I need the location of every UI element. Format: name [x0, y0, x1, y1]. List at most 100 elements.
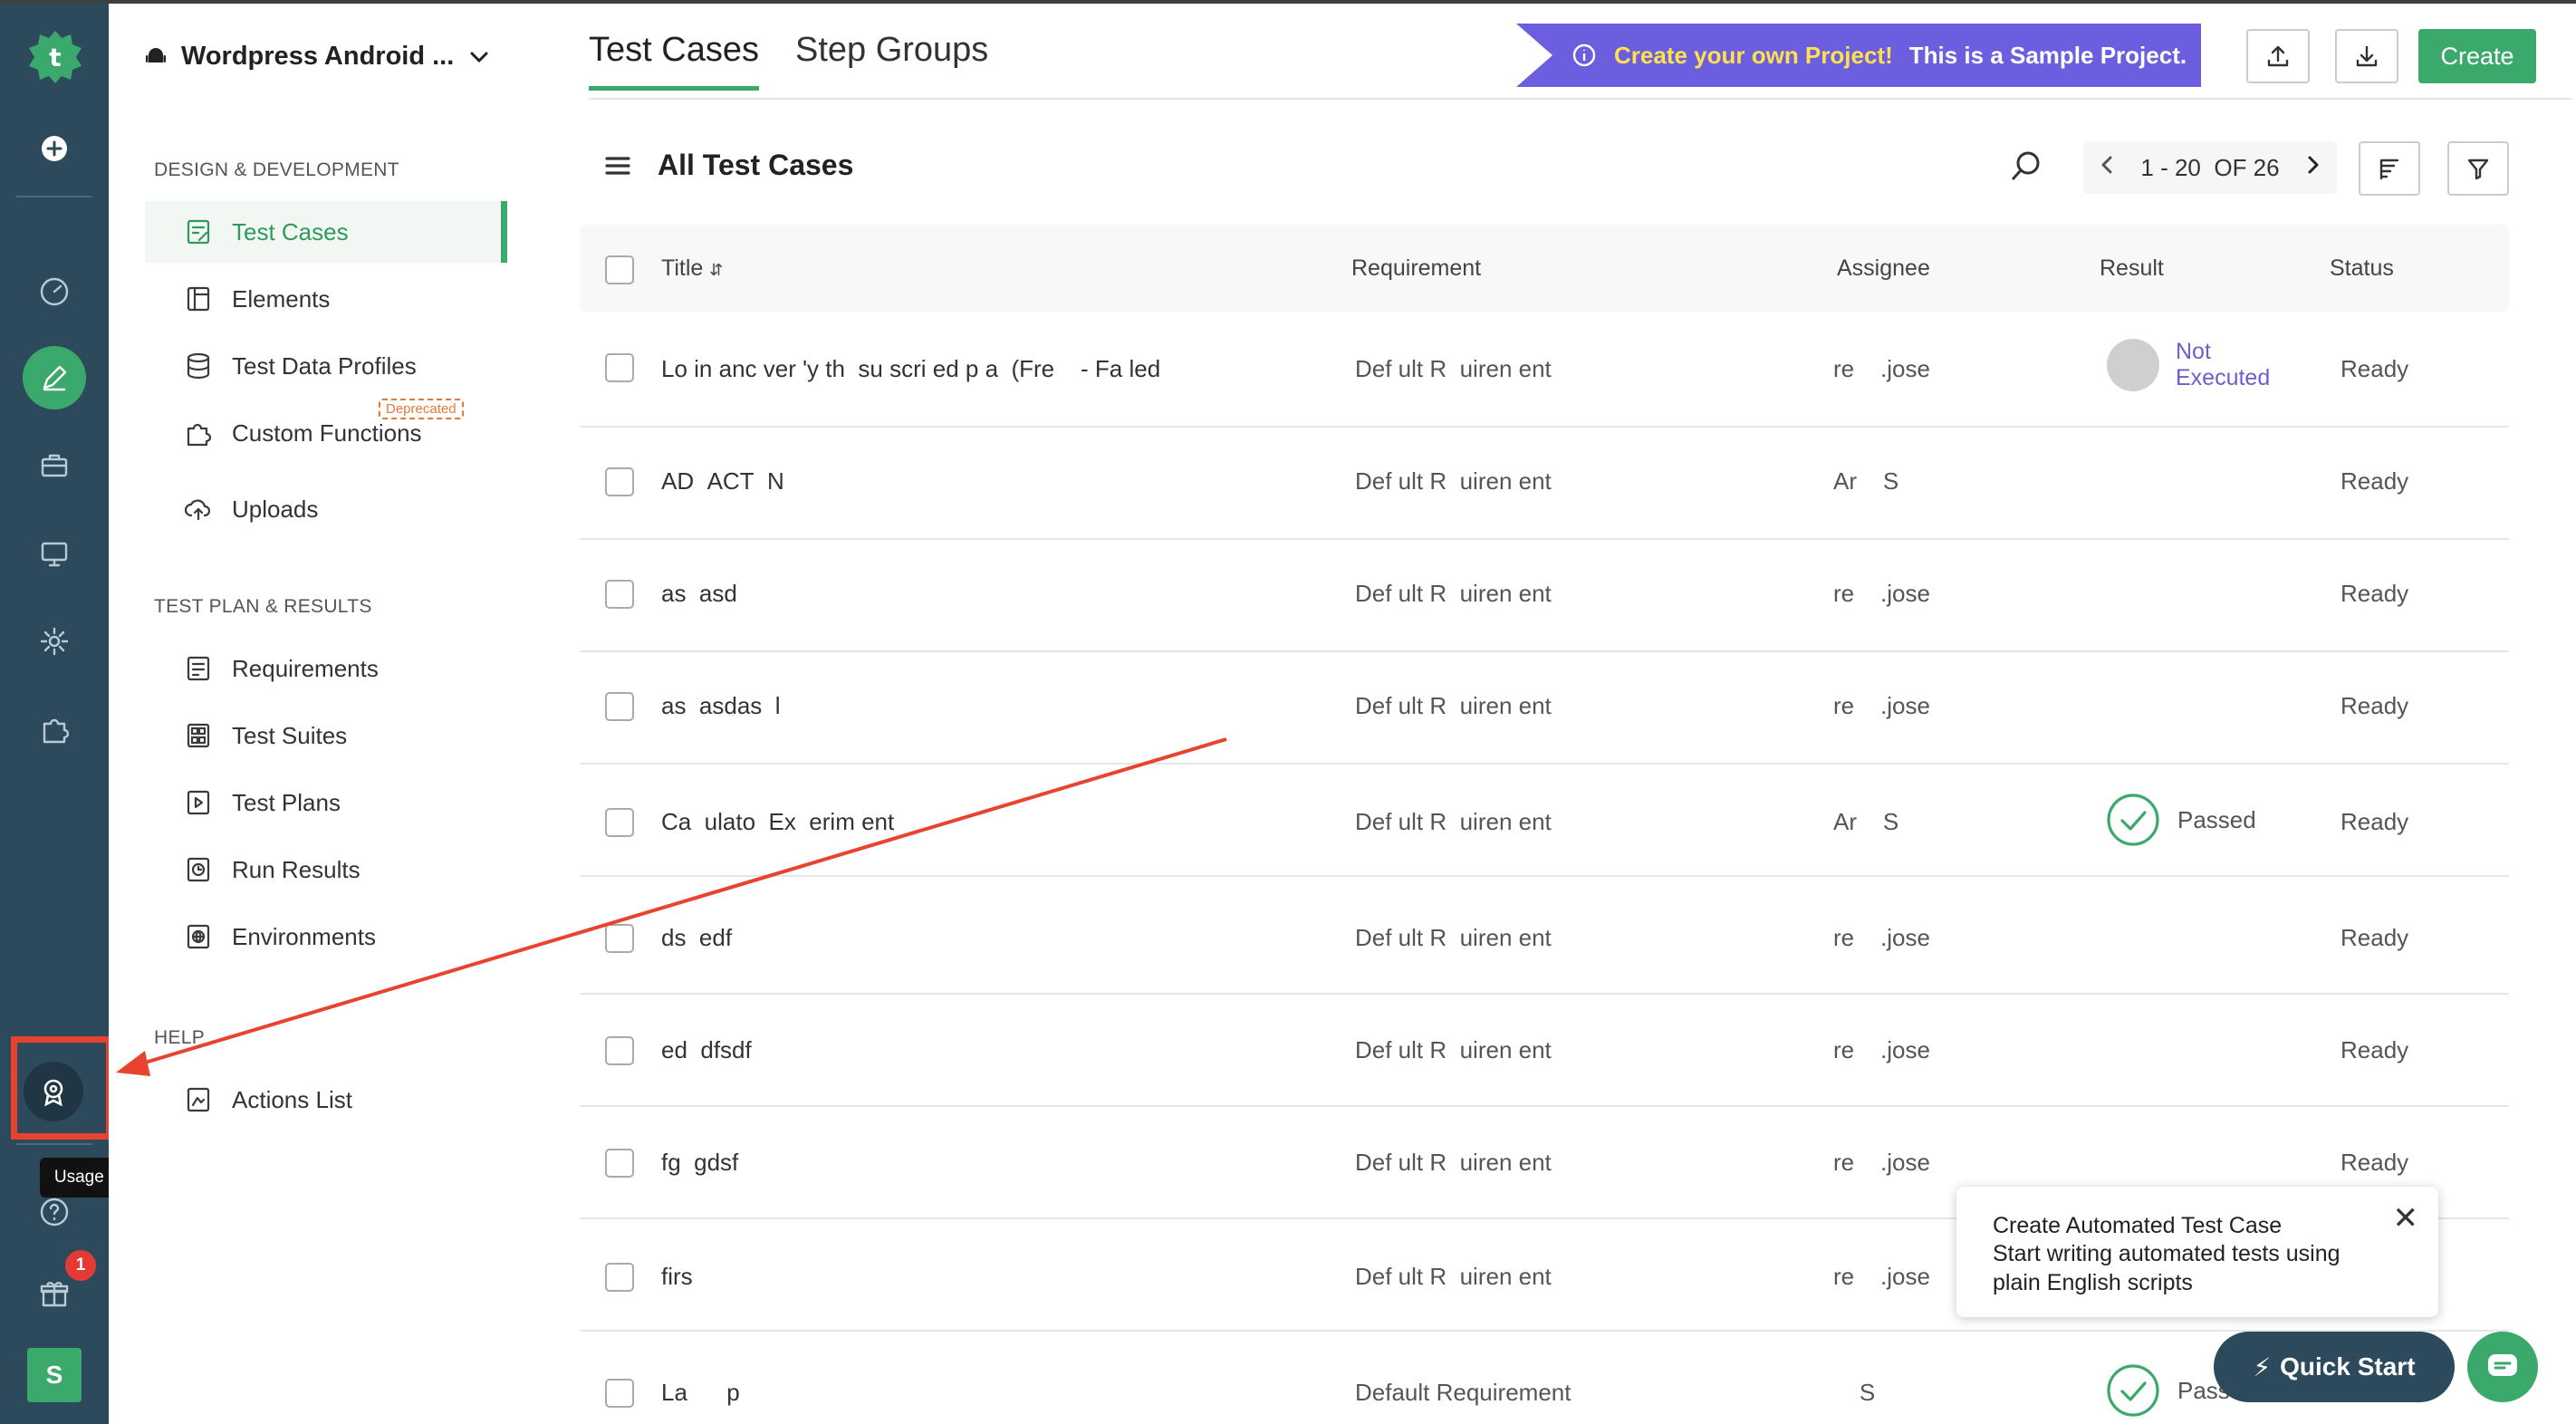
- row-requirement: Default Requirement: [1355, 1379, 1572, 1406]
- sidebar-item-environments[interactable]: Environments: [145, 906, 507, 967]
- row-requirement: Def ult R uiren ent: [1355, 1036, 1552, 1063]
- select-all-checkbox[interactable]: [605, 255, 634, 284]
- row-status: Ready: [2341, 924, 2409, 951]
- row-title[interactable]: fg gdsf: [661, 1149, 738, 1177]
- search-button[interactable]: [2005, 147, 2045, 187]
- row-requirement: Def ult R uiren ent: [1355, 467, 1552, 495]
- column-status: Status: [2330, 255, 2394, 281]
- rail-divider-bottom: [16, 1143, 92, 1145]
- row-checkbox[interactable]: [605, 692, 634, 721]
- addons-puzzle-icon[interactable]: [25, 699, 83, 757]
- row-assignee: re .jose: [1833, 692, 1930, 719]
- row-checkbox[interactable]: [605, 353, 634, 382]
- tab-step-groups[interactable]: Step Groups: [795, 31, 988, 91]
- row-checkbox[interactable]: [605, 467, 634, 496]
- check-circle-icon: [2107, 794, 2159, 846]
- sample-project-banner[interactable]: Create your own Project! This is a Sampl…: [1516, 24, 2201, 87]
- sidebar-item-elements[interactable]: Elements: [145, 268, 507, 330]
- sidebar-item-label: Elements: [232, 284, 331, 313]
- globe-icon: [187, 924, 210, 949]
- test-development-icon[interactable]: [23, 346, 86, 409]
- table-header: [580, 225, 2509, 312]
- row-checkbox[interactable]: [605, 1036, 634, 1065]
- chat-button[interactable]: [2467, 1332, 2538, 1402]
- next-page-button[interactable]: [2301, 153, 2324, 183]
- sidebar-item-label: Test Cases: [232, 217, 349, 245]
- sidebar-item-actions-list[interactable]: Actions List: [145, 1069, 507, 1131]
- briefcase-icon[interactable]: [25, 437, 83, 495]
- close-icon[interactable]: ✕: [2393, 1199, 2419, 1238]
- download-button[interactable]: [2335, 29, 2398, 83]
- row-checkbox[interactable]: [605, 924, 634, 953]
- row-checkbox[interactable]: [605, 808, 634, 837]
- database-icon: [187, 352, 210, 380]
- add-project-icon[interactable]: [25, 120, 83, 178]
- quick-start-button[interactable]: ⚡ Quick Start: [2214, 1332, 2455, 1402]
- row-title[interactable]: as asdas l: [661, 692, 781, 720]
- prev-page-button[interactable]: [2096, 153, 2119, 183]
- result-passed: Pass: [2105, 1362, 2230, 1419]
- row-title[interactable]: AD ACT N: [661, 467, 791, 496]
- chat-icon: [2488, 1354, 2517, 1376]
- monitor-icon[interactable]: [25, 525, 83, 583]
- testsigma-logo-icon[interactable]: t: [27, 29, 83, 85]
- chevron-down-icon: [470, 52, 488, 63]
- not-executed-icon: [2107, 339, 2159, 391]
- app-window: t 1 S Usage Details Wordpress Android ..…: [0, 0, 2576, 1424]
- row-title[interactable]: La p: [661, 1379, 740, 1407]
- app-rail: t 1 S: [0, 4, 109, 1424]
- row-requirement: Def ult R uiren ent: [1355, 808, 1552, 835]
- result-label: Passed: [2177, 805, 2256, 833]
- row-status: Ready: [2341, 467, 2409, 495]
- elements-icon: [187, 286, 210, 312]
- row-status: Ready: [2341, 1036, 2409, 1063]
- sidebar-item-test-plans[interactable]: Test Plans: [145, 772, 507, 833]
- quick-start-popup: Create Automated Test Case Start writing…: [1956, 1187, 2438, 1317]
- project-selector[interactable]: Wordpress Android ...: [143, 42, 492, 72]
- sidebar-item-test-data-profiles[interactable]: Test Data Profiles: [145, 335, 507, 397]
- row-checkbox[interactable]: [605, 580, 634, 609]
- upload-button[interactable]: [2246, 29, 2310, 83]
- settings-gear-icon[interactable]: [25, 612, 83, 670]
- sidebar-item-run-results[interactable]: Run Results: [145, 839, 507, 900]
- result-label: Not Executed: [2176, 339, 2271, 390]
- sidebar-item-requirements[interactable]: Requirements: [145, 638, 507, 699]
- run-results-icon: [187, 857, 210, 882]
- sort-button[interactable]: [2359, 141, 2420, 196]
- filter-button[interactable]: [2447, 141, 2509, 196]
- row-assignee: S: [1833, 1379, 1876, 1406]
- sidebar-item-label: Actions List: [232, 1085, 352, 1113]
- tab-bar: Test Cases Step Groups: [589, 31, 988, 91]
- row-checkbox[interactable]: [605, 1263, 634, 1292]
- banner-text: This is a Sample Project.: [1908, 41, 2187, 69]
- sidebar-item-test-cases[interactable]: Test Cases: [145, 201, 507, 263]
- row-title[interactable]: as asd: [661, 580, 737, 608]
- section-test-plan-results: TEST PLAN & RESULTS: [154, 596, 372, 617]
- row-title[interactable]: Lo in anc ver 'y th su scri ed p a (Fre …: [661, 355, 1160, 383]
- sidebar-item-uploads[interactable]: Uploads: [145, 478, 507, 540]
- dashboard-icon[interactable]: [25, 263, 83, 321]
- column-title[interactable]: Title ⇵: [661, 255, 723, 282]
- sidebar-item-label: Custom Functions: [232, 419, 422, 447]
- android-icon: [146, 47, 166, 63]
- annotation-highlight-box: [11, 1036, 112, 1140]
- row-checkbox[interactable]: [605, 1379, 634, 1408]
- check-circle-icon: [2107, 1364, 2159, 1417]
- row-title[interactable]: ds edf: [661, 924, 732, 952]
- row-checkbox[interactable]: [605, 1149, 634, 1178]
- column-result: Result: [2100, 255, 2164, 281]
- cloud-upload-icon: [184, 499, 211, 521]
- actions-list-icon: [187, 1087, 210, 1112]
- hamburger-menu-icon[interactable]: [603, 151, 632, 180]
- row-title[interactable]: ed dfsdf: [661, 1036, 752, 1064]
- test-suites-icon: [187, 723, 210, 748]
- tab-test-cases[interactable]: Test Cases: [589, 31, 759, 91]
- sidebar-item-custom-functions[interactable]: Custom Functions: [145, 402, 507, 464]
- column-requirement: Requirement: [1351, 255, 1482, 281]
- row-assignee: re .jose: [1833, 355, 1930, 382]
- sidebar-item-test-suites[interactable]: Test Suites: [145, 705, 507, 766]
- create-button[interactable]: Create: [2418, 29, 2536, 83]
- row-title[interactable]: Ca ulato Ex erim ent: [661, 808, 894, 836]
- user-avatar[interactable]: S: [27, 1348, 82, 1402]
- row-title[interactable]: firs: [661, 1263, 693, 1291]
